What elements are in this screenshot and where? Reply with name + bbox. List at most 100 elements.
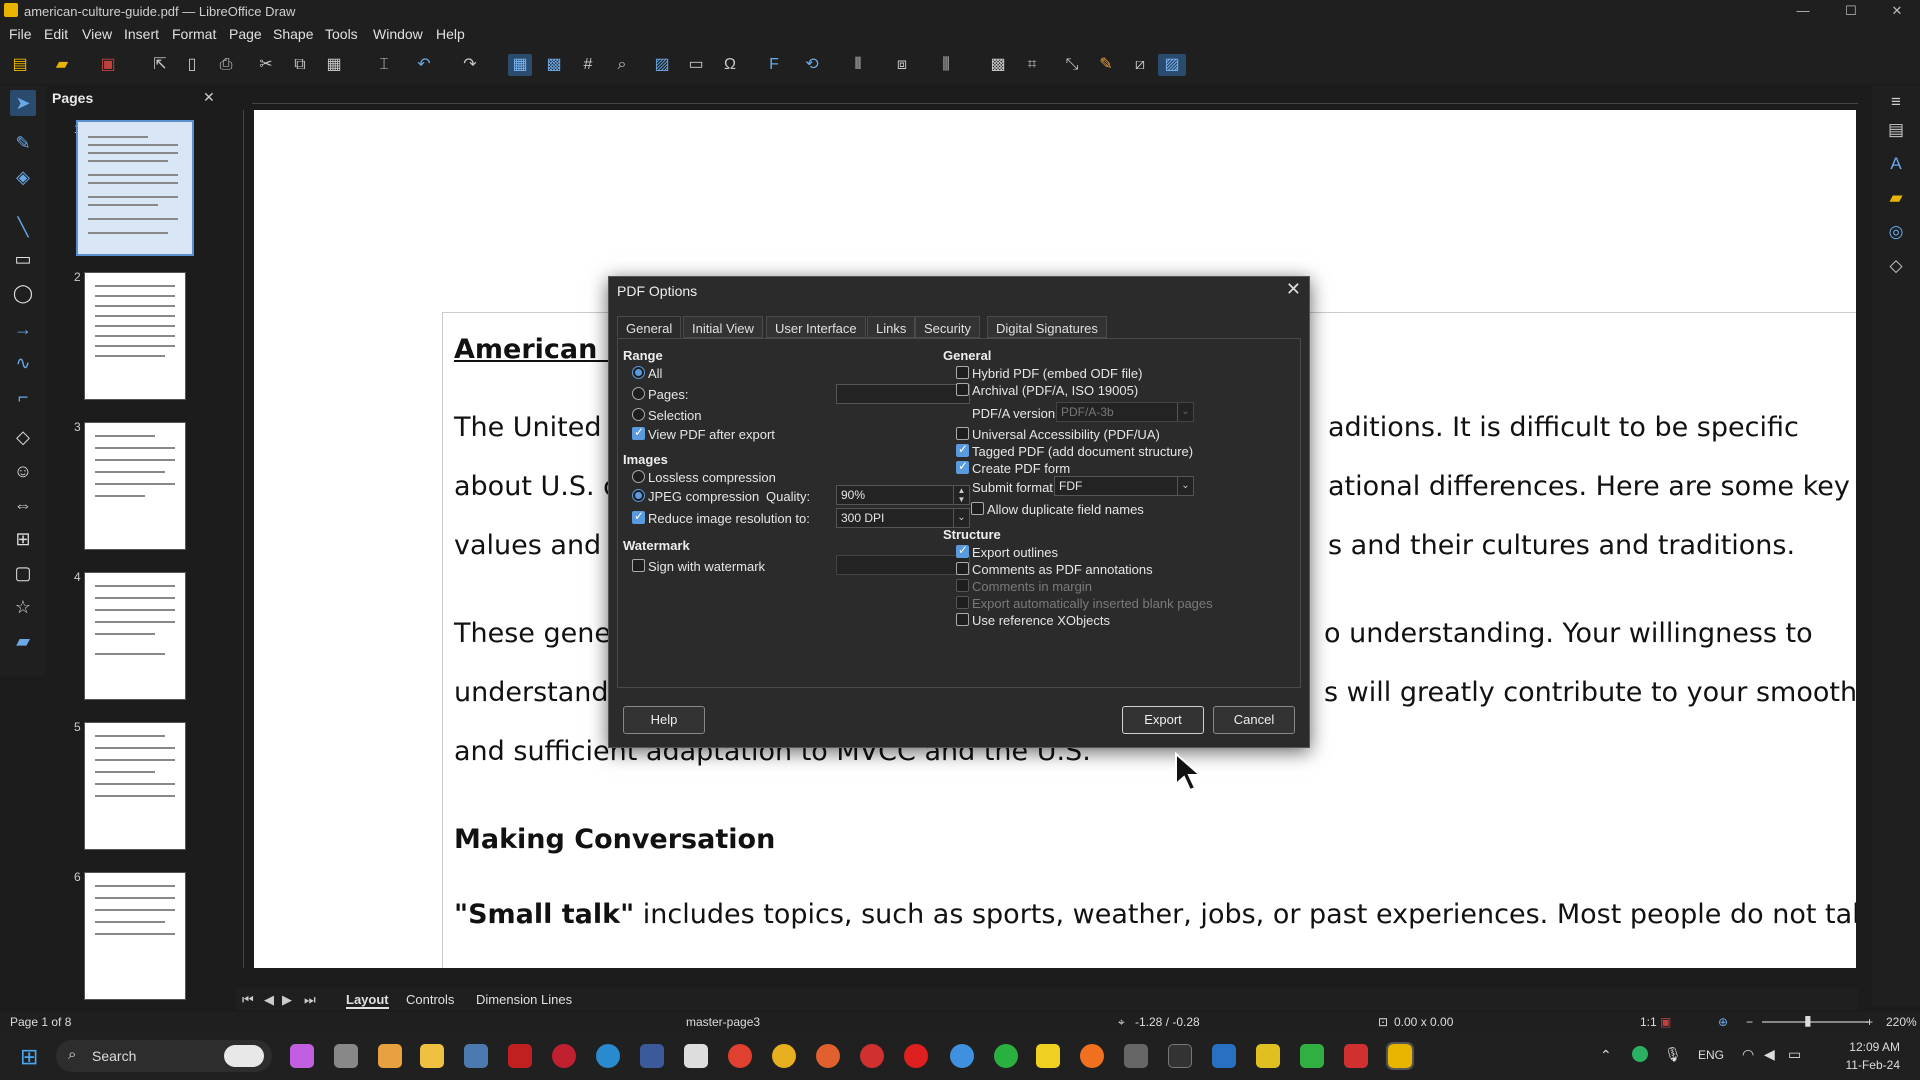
view-pdf-checkbox[interactable] [632,425,645,440]
range-all-radio[interactable] [632,366,645,379]
duplicate-names-checkbox[interactable] [971,502,984,515]
menu-view[interactable]: View [82,26,112,42]
zoom-out-icon[interactable]: − [1746,1015,1753,1029]
shapes-icon[interactable]: ◇ [1884,254,1908,278]
archival-checkbox[interactable] [956,383,969,396]
terminal-icon[interactable] [1168,1044,1192,1068]
doc-line[interactable]: about U.S. c [454,471,618,502]
distribute-icon[interactable]: ⫼ [934,54,958,76]
next-tab-icon[interactable]: ▶ [282,992,292,1008]
page-thumbnail-1[interactable] [76,120,194,256]
first-tab-icon[interactable]: ⏮ [242,992,254,1008]
whatsapp-icon[interactable] [994,1044,1018,1068]
taskbar-search[interactable]: ⌕ Search [56,1040,272,1072]
rectangle-tool-icon[interactable]: ▭ [10,246,36,272]
spin-arrows-icon[interactable]: ▲ ▼ [953,486,969,504]
range-pages-radio[interactable] [632,387,645,400]
save-icon[interactable]: ▣ [96,54,120,76]
crop-icon[interactable]: ⌗ [1020,54,1044,76]
helplines-icon[interactable]: ▩ [542,54,566,76]
app-icon[interactable] [1256,1044,1280,1068]
flowchart-icon[interactable]: ⊞ [10,526,36,552]
doc-line[interactable]: The United S [454,412,627,443]
undo-icon[interactable]: ↶ [412,54,436,76]
open-icon[interactable]: ▰ [50,54,74,76]
cancel-button[interactable]: Cancel [1213,706,1295,734]
doc-line[interactable]: o understanding. Your willingness to [1324,618,1813,649]
tab-initial-view[interactable]: Initial View [683,316,763,338]
microphone-icon[interactable]: 🎙 [1664,1046,1682,1063]
sign-watermark-checkbox[interactable] [632,559,645,572]
textbox-icon[interactable]: ▭ [684,54,708,76]
zoom-slider[interactable] [1762,1021,1868,1023]
arrange-icon[interactable]: ⧈ [890,54,914,76]
styles-icon[interactable]: A [1884,152,1908,176]
menu-page[interactable]: Page [229,26,262,42]
close-window-button[interactable]: ✕ [1874,0,1920,22]
jpeg-radio[interactable] [632,489,645,502]
cut-icon[interactable]: ✂ [254,54,278,76]
lines-arrows-icon[interactable]: → [10,316,36,342]
chrome-icon[interactable] [728,1044,752,1068]
pdfa-version-combobox[interactable]: PDF/A-3b ⌄ [1056,402,1194,422]
page-thumbnail-3[interactable] [84,422,186,550]
page-status[interactable]: Page 1 of 8 [10,1015,71,1029]
menu-edit[interactable]: Edit [44,26,68,42]
tab-controls[interactable]: Controls [406,992,454,1007]
shadow-icon[interactable]: ▩ [986,54,1010,76]
blank-pages-checkbox[interactable] [956,596,969,609]
quality-spinbox[interactable]: 90% ▲ ▼ [836,485,970,505]
volume-icon[interactable]: ◀ [1764,1046,1775,1063]
prev-tab-icon[interactable]: ◀ [264,992,274,1008]
opera-icon[interactable] [904,1044,928,1068]
master-page-status[interactable]: master-page3 [686,1015,760,1029]
submit-format-combobox[interactable]: FDF ⌄ [1054,476,1194,496]
tagged-pdf-checkbox[interactable] [956,442,969,457]
special-character-icon[interactable]: Ω [718,54,742,76]
zoom-icon[interactable]: ⌕ [610,54,634,76]
page-thumbnail-4[interactable] [84,572,186,700]
redo-icon[interactable]: ↷ [458,54,482,76]
photos-app-icon[interactable] [464,1044,488,1068]
windows-start-icon[interactable]: ⊞ [20,1044,38,1070]
gallery-icon[interactable]: ▰ [1884,186,1908,210]
maximize-button[interactable]: ☐ [1828,0,1874,22]
line-tool-icon[interactable]: ╲ [10,214,36,240]
tab-user-interface[interactable]: User Interface [766,316,866,338]
app-icon[interactable] [684,1044,708,1068]
doc-line[interactable]: These gener [454,618,622,649]
clock-time[interactable]: 12:09 AM [1824,1040,1900,1054]
tab-digital-signatures[interactable]: Digital Signatures [987,316,1107,338]
tab-layout[interactable]: Layout [346,992,389,1009]
task-view-icon[interactable] [334,1044,358,1068]
export-icon[interactable]: ⇱ [148,54,172,76]
tab-security[interactable]: Security [915,316,980,338]
app-icon[interactable] [508,1044,532,1068]
export-outlines-checkbox[interactable] [956,543,969,558]
hybrid-pdf-checkbox[interactable] [956,366,969,379]
symbol-shapes-icon[interactable]: ☺ [10,458,36,484]
snap-icon[interactable]: # [576,54,600,76]
menu-insert[interactable]: Insert [124,26,159,42]
zoom-slider-handle[interactable]: ▮ [1804,1012,1812,1029]
chrome-icon[interactable] [950,1044,974,1068]
sidebar-menu-icon[interactable]: ≡ [1884,90,1908,114]
battery-icon[interactable]: ▭ [1788,1046,1801,1063]
watermark-input[interactable] [836,555,970,575]
reduce-resolution-checkbox[interactable] [632,509,645,524]
fill-color-icon[interactable]: ◈ [10,164,36,190]
firefox-icon[interactable] [1080,1044,1104,1068]
curves-icon[interactable]: ∿ [10,350,36,376]
clone-formatting-icon[interactable]: ⌶ [372,54,396,76]
image-icon[interactable]: ▨ [650,54,674,76]
line-color-icon[interactable]: ✎ [10,130,36,156]
menu-help[interactable]: Help [436,26,465,42]
dialog-close-icon[interactable]: ✕ [1286,279,1301,300]
pages-pane-close-icon[interactable]: ✕ [203,89,215,106]
doc-line[interactable]: ational differences. Here are some key [1328,471,1850,502]
chrome-icon[interactable] [816,1044,840,1068]
writer-icon[interactable] [1212,1044,1236,1068]
zoom-in-icon[interactable]: + [1866,1015,1873,1029]
menu-format[interactable]: Format [172,26,216,42]
menu-window[interactable]: Window [373,26,423,42]
